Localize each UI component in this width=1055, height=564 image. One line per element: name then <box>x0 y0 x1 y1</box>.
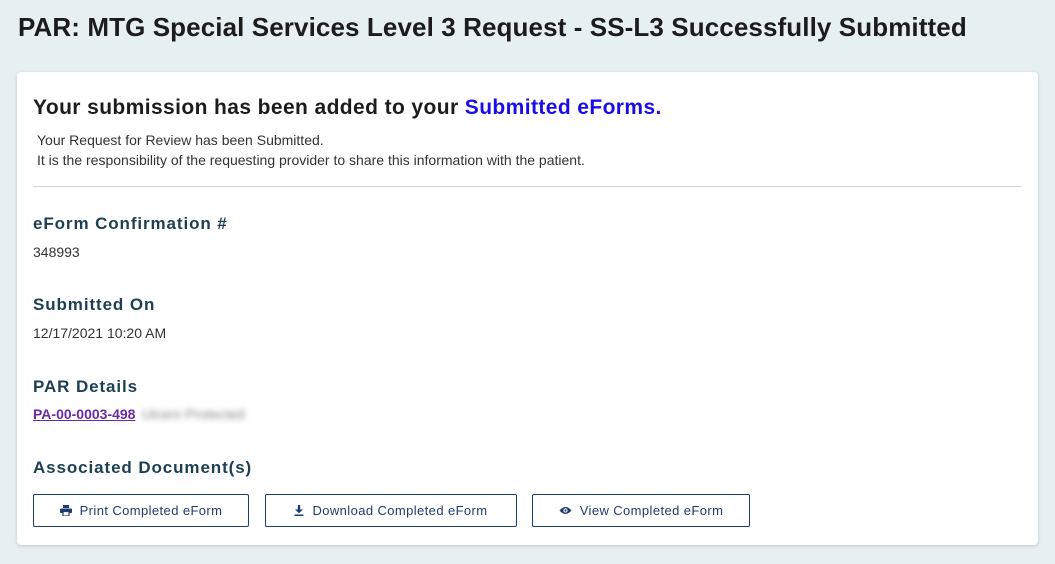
page-title: PAR: MTG Special Services Level 3 Reques… <box>18 12 967 42</box>
par-details-row: PA-00-0003-498 Ulcers Protected <box>33 406 245 422</box>
associated-documents-label: Associated Document(s) <box>33 458 253 477</box>
view-completed-eform-button[interactable]: View Completed eForm <box>532 494 750 527</box>
eye-icon <box>559 506 572 515</box>
print-completed-eform-button[interactable]: Print Completed eForm <box>33 494 249 527</box>
confirmation-number-value: 348993 <box>33 244 80 260</box>
printer-icon <box>59 505 72 516</box>
view-button-label: View Completed eForm <box>579 503 724 518</box>
par-number-link[interactable]: PA-00-0003-498 <box>33 406 135 422</box>
print-button-label: Print Completed eForm <box>79 503 223 518</box>
download-completed-eform-button[interactable]: Download Completed eForm <box>265 494 517 527</box>
section-divider <box>33 186 1022 187</box>
par-details-label: PAR Details <box>33 377 139 396</box>
confirmation-number-label: eForm Confirmation # <box>33 214 228 233</box>
par-redacted-text: Ulcers Protected <box>141 406 245 422</box>
confirmation-message-1: Your Request for Review has been Submitt… <box>37 132 324 148</box>
confirmation-card: Your submission has been added to your S… <box>17 72 1038 545</box>
submitted-eforms-link[interactable]: Submitted eForms. <box>465 96 662 119</box>
submitted-on-value: 12/17/2021 10:20 AM <box>33 325 167 341</box>
confirmation-message-2: It is the responsibility of the requesti… <box>37 152 585 168</box>
download-icon <box>294 505 304 516</box>
submitted-on-label: Submitted On <box>33 295 156 314</box>
headline-text: Your submission has been added to your <box>33 96 465 119</box>
download-button-label: Download Completed eForm <box>312 503 488 518</box>
confirmation-headline: Your submission has been added to your S… <box>33 96 662 120</box>
